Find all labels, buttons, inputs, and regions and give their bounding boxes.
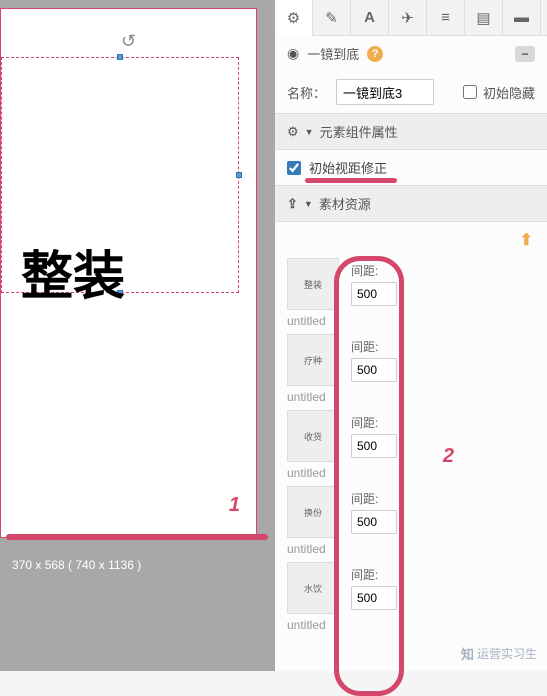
- annotation-underline-correction: [305, 178, 397, 183]
- title-row: ◉ 一镜到底 ? −: [275, 36, 547, 71]
- upload-icon: ⇪: [287, 196, 298, 212]
- gap-input[interactable]: [351, 358, 397, 382]
- resource-item: 整装 间距: untitled: [287, 258, 535, 328]
- help-icon[interactable]: ?: [367, 46, 383, 62]
- canvas-frame[interactable]: ↺ 整装 1: [0, 8, 257, 538]
- caret-down-icon: ▼: [304, 199, 313, 209]
- canvas-area: ↺ 整装 1 370 x 568 ( 740 x 1136 ): [0, 0, 275, 671]
- caret-down-icon: ▼: [305, 127, 314, 137]
- text-icon: A: [364, 9, 375, 26]
- tab-page[interactable]: ▤: [465, 0, 503, 36]
- tab-edit[interactable]: ✎: [313, 0, 351, 36]
- resize-handle-e[interactable]: [236, 172, 242, 178]
- resource-title: untitled: [287, 314, 535, 328]
- gap-input[interactable]: [351, 586, 397, 610]
- resource-thumb[interactable]: 收货: [287, 410, 339, 462]
- gap-input[interactable]: [351, 510, 397, 534]
- send-icon: ✈: [401, 9, 414, 27]
- page-icon: ▤: [476, 9, 490, 27]
- tab-data[interactable]: ▬: [503, 0, 541, 36]
- resource-item: 疗种 间距: untitled: [287, 334, 535, 404]
- gear-icon: ⚙: [287, 124, 299, 140]
- name-input[interactable]: [336, 79, 434, 105]
- watermark: 知 运营实习生: [461, 644, 537, 663]
- database-icon: ▬: [514, 9, 529, 26]
- zhihu-logo-icon: 知: [461, 644, 473, 663]
- section-resources-label: 素材资源: [319, 194, 371, 213]
- resource-title: untitled: [287, 542, 535, 556]
- name-row: 名称： 初始隐藏: [275, 71, 547, 113]
- resource-title: untitled: [287, 466, 535, 480]
- resource-title: untitled: [287, 618, 535, 632]
- initial-hide-checkbox[interactable]: [463, 85, 477, 99]
- canvas-text[interactable]: 整装: [21, 234, 125, 309]
- gear-icon: ⚙: [287, 9, 300, 27]
- resize-handle-n[interactable]: [117, 54, 123, 60]
- tab-settings[interactable]: ⚙: [275, 0, 313, 36]
- resource-title: untitled: [287, 390, 535, 404]
- annotation-1: 1: [229, 494, 240, 517]
- tab-text[interactable]: A: [351, 0, 389, 36]
- resource-thumb[interactable]: 换份: [287, 486, 339, 538]
- pencil-icon: ✎: [325, 9, 338, 27]
- list-icon: ≡: [441, 9, 450, 26]
- gap-input[interactable]: [351, 434, 397, 458]
- upload-row: ⬆: [275, 222, 547, 258]
- annotation-2: 2: [443, 445, 454, 468]
- gap-input[interactable]: [351, 282, 397, 306]
- resource-thumb[interactable]: 疗种: [287, 334, 339, 386]
- resource-thumb[interactable]: 水饮: [287, 562, 339, 614]
- section-component-label: 元素组件属性: [320, 122, 398, 141]
- name-label: 名称：: [287, 83, 326, 102]
- gap-label: 间距:: [351, 414, 397, 431]
- resource-thumb[interactable]: 整装: [287, 258, 339, 310]
- section-component-props[interactable]: ⚙ ▼ 元素组件属性: [275, 113, 547, 150]
- tab-list[interactable]: ≡: [427, 0, 465, 36]
- upload-button[interactable]: ⬆: [520, 230, 533, 250]
- rotate-icon[interactable]: ↺: [121, 31, 136, 52]
- section-resources[interactable]: ⇪ ▼ 素材资源: [275, 185, 547, 222]
- collapse-button[interactable]: −: [515, 46, 535, 62]
- resource-item: 换份 间距: untitled: [287, 486, 535, 556]
- gap-label: 间距:: [351, 262, 397, 279]
- initial-hide-wrap[interactable]: 初始隐藏: [463, 83, 535, 102]
- tab-send[interactable]: ✈: [389, 0, 427, 36]
- watermark-text: 运营实习生: [477, 645, 537, 662]
- resource-item: 收货 间距: untitled: [287, 410, 535, 480]
- gap-label: 间距:: [351, 566, 397, 583]
- component-title: 一镜到底: [307, 44, 359, 63]
- panel-toolbar: ⚙ ✎ A ✈ ≡ ▤ ▬: [275, 0, 547, 36]
- properties-panel: ⚙ ✎ A ✈ ≡ ▤ ▬ ◉ 一镜到底 ? − 名称： 初始隐藏 ⚙ ▼ 元素…: [275, 0, 547, 671]
- resource-item: 水饮 间距: untitled: [287, 562, 535, 632]
- resource-list: 整装 间距: untitled 疗种 间距: untitled 收货: [275, 258, 547, 650]
- correction-checkbox[interactable]: [287, 161, 301, 175]
- gap-label: 间距:: [351, 338, 397, 355]
- gap-label: 间距:: [351, 490, 397, 507]
- correction-row: 初始视距修正: [275, 150, 547, 185]
- target-icon: ◉: [287, 45, 299, 62]
- annotation-underline-1: [6, 534, 268, 540]
- initial-hide-label: 初始隐藏: [483, 83, 535, 102]
- canvas-dimensions: 370 x 568 ( 740 x 1136 ): [0, 548, 275, 582]
- correction-label: 初始视距修正: [309, 158, 387, 177]
